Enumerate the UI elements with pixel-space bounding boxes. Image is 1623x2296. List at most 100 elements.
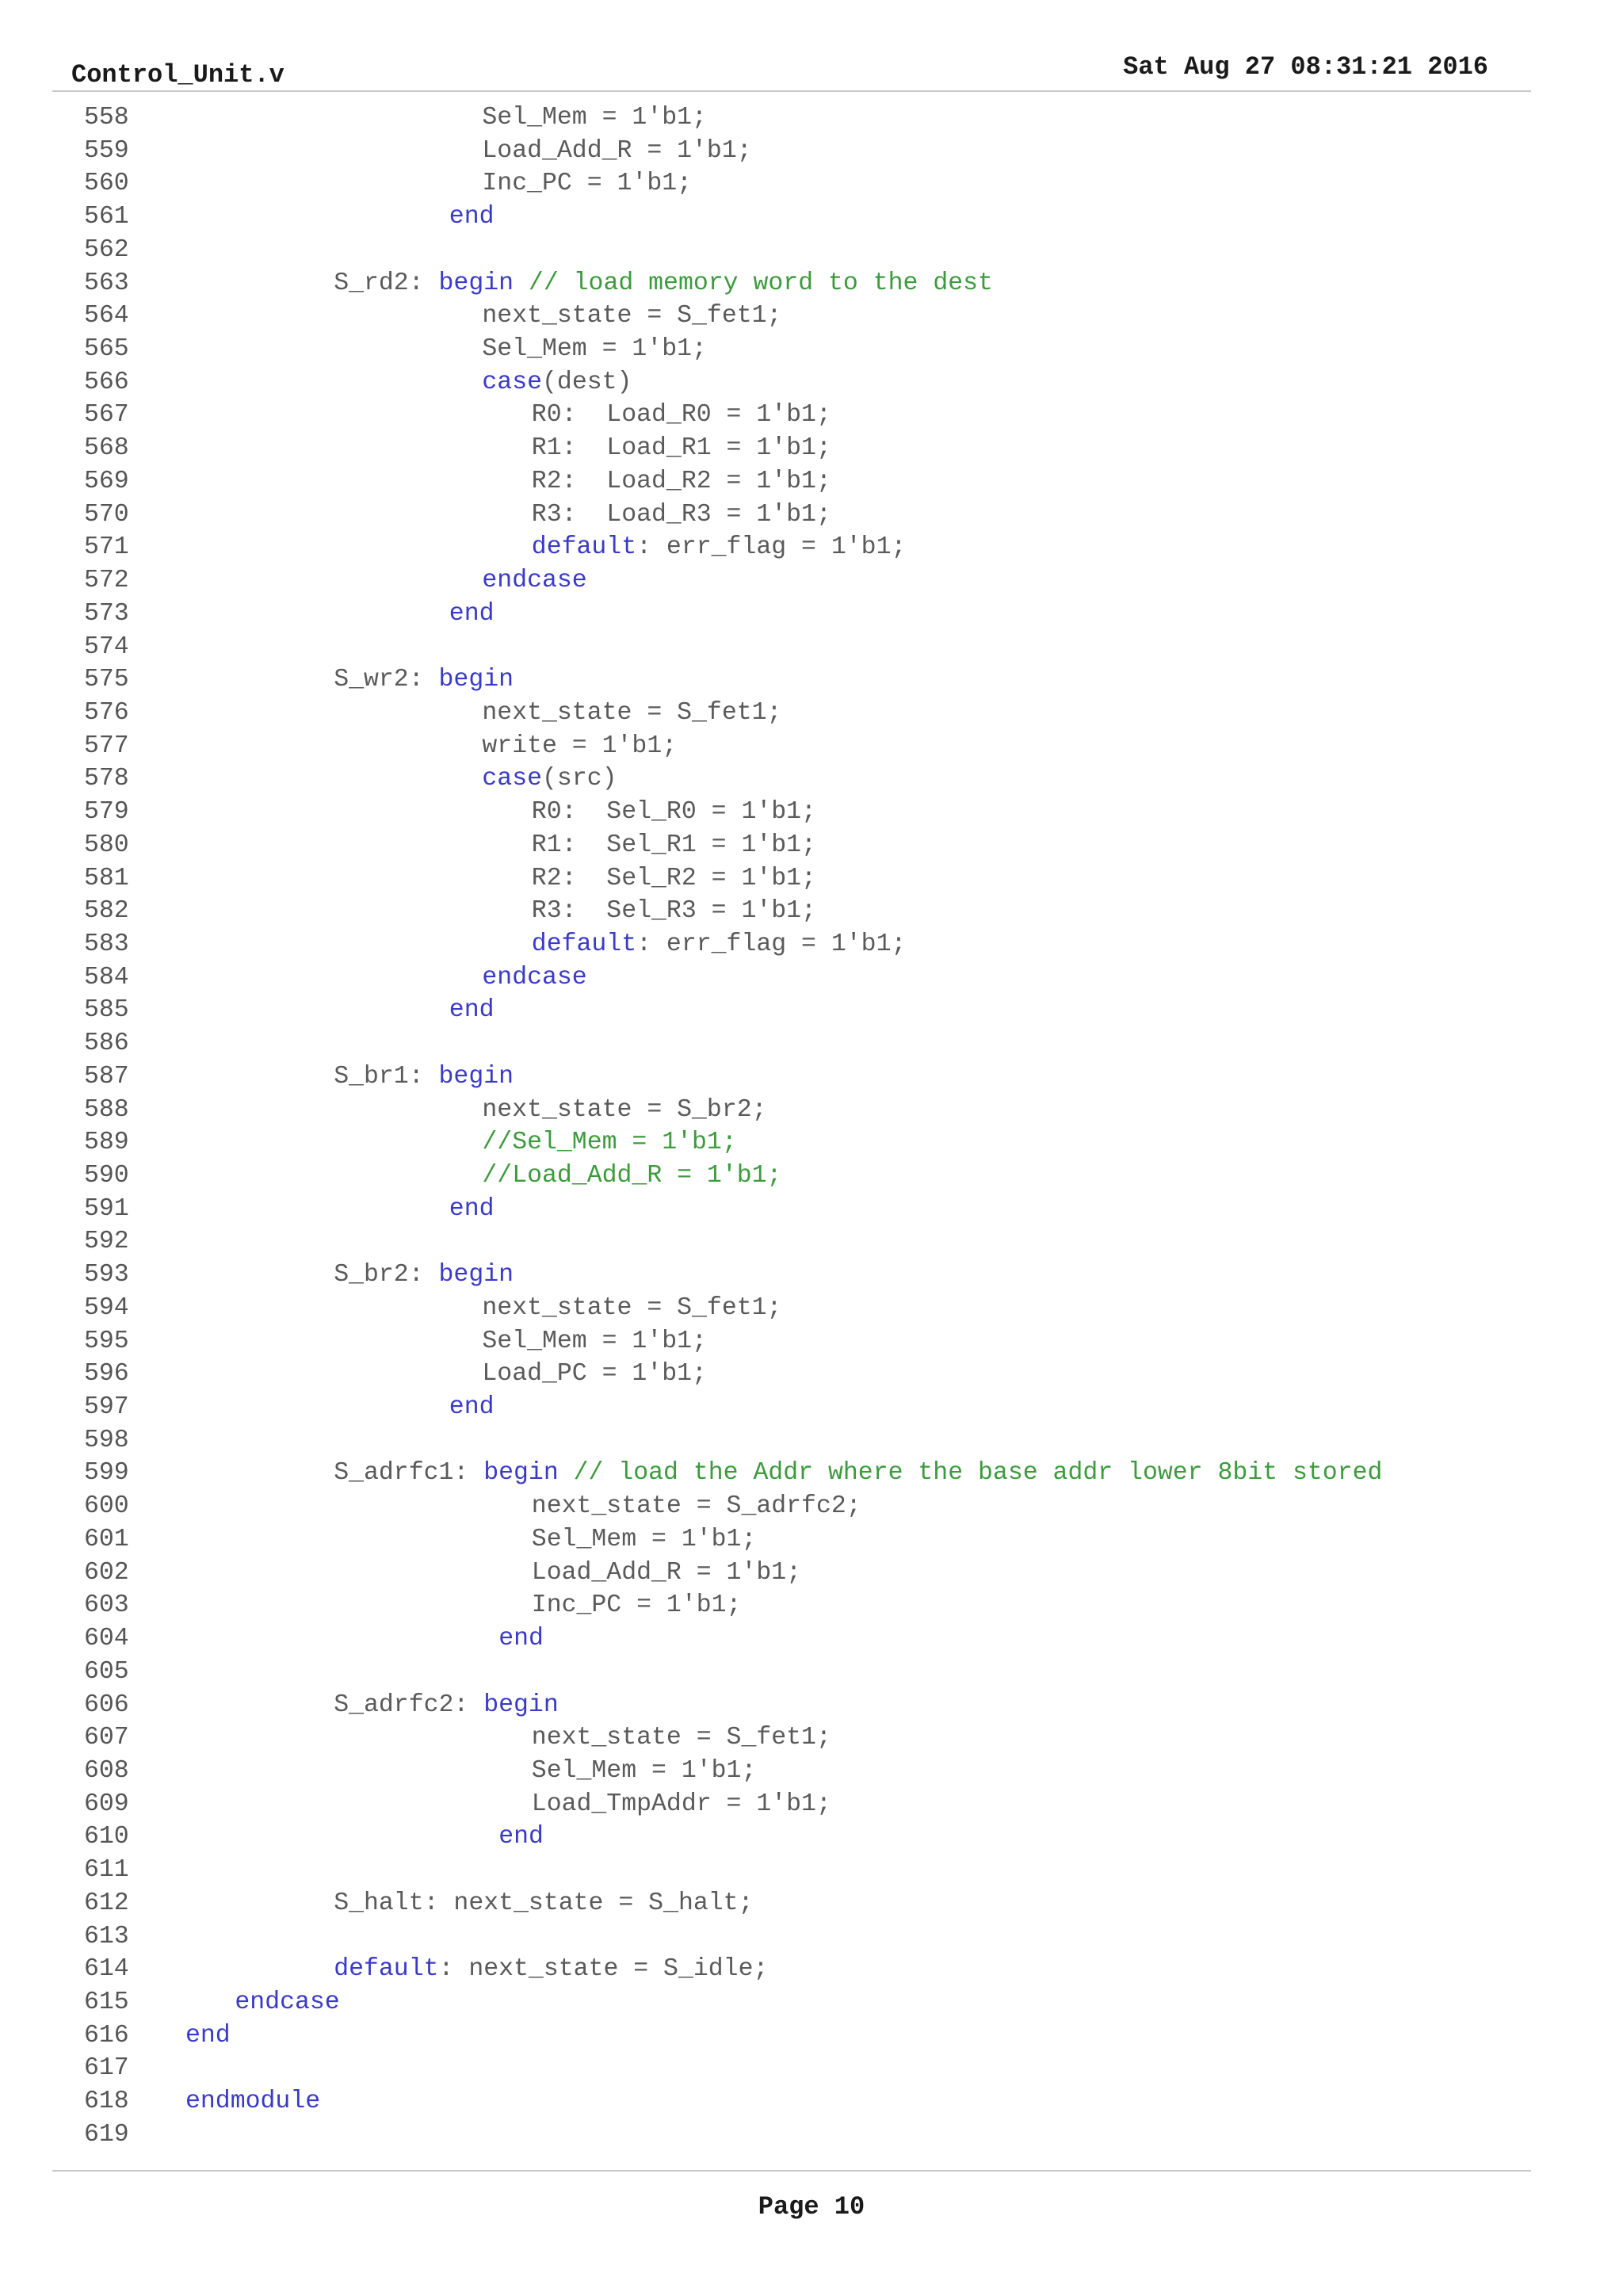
code-keyword: end xyxy=(449,599,495,628)
line-number: 560 xyxy=(84,170,129,198)
code-text: S_br1: begin xyxy=(334,1060,514,1094)
code-text: end xyxy=(449,201,495,234)
line-number: 573 xyxy=(84,599,129,628)
code-line: 613 xyxy=(0,1920,1623,1954)
code-line: 601 Sel_Mem = 1'b1; xyxy=(0,1523,1623,1557)
code-keyword: begin xyxy=(483,1459,559,1488)
line-number: 594 xyxy=(84,1293,129,1322)
code-line: 587 S_br1: begin xyxy=(0,1060,1623,1094)
line-number: 591 xyxy=(84,1194,129,1223)
code-line: 590 //Load_Add_R = 1'b1; xyxy=(0,1159,1623,1193)
code-token: Inc_PC = 1'b1; xyxy=(531,1591,742,1620)
code-text: case(dest) xyxy=(482,366,632,399)
code-line: 606 S_adrfc2: begin xyxy=(0,1689,1623,1722)
code-keyword: begin xyxy=(438,269,514,297)
code-line: 589 //Sel_Mem = 1'b1; xyxy=(0,1126,1623,1159)
code-line: 602 Load_Add_R = 1'b1; xyxy=(0,1557,1623,1590)
code-line: 609 Load_TmpAddr = 1'b1; xyxy=(0,1788,1623,1821)
line-number: 567 xyxy=(84,401,129,430)
code-token: : err_flag = 1'b1; xyxy=(636,533,907,562)
code-keyword: case xyxy=(482,368,543,396)
code-text: Sel_Mem = 1'b1; xyxy=(482,333,707,366)
code-text: Inc_PC = 1'b1; xyxy=(482,167,692,201)
code-line: 562 xyxy=(0,234,1623,267)
code-line: 558 Sel_Mem = 1'b1; xyxy=(0,101,1623,135)
code-token: R0: Load_R0 = 1'b1; xyxy=(531,401,831,430)
code-line: 577 write = 1'b1; xyxy=(0,730,1623,763)
code-token: R3: Sel_R3 = 1'b1; xyxy=(531,897,816,926)
code-text: next_state = S_fet1; xyxy=(482,1292,781,1325)
code-line: 559 Load_Add_R = 1'b1; xyxy=(0,135,1623,168)
code-comment: // load the Addr where the base addr low… xyxy=(558,1459,1383,1488)
line-number: 600 xyxy=(84,1492,129,1521)
line-number: 611 xyxy=(84,1856,129,1885)
code-keyword: endmodule xyxy=(185,2088,321,2116)
code-line: 596 Load_PC = 1'b1; xyxy=(0,1358,1623,1391)
line-number: 618 xyxy=(84,2088,129,2116)
code-token: Sel_Mem = 1'b1; xyxy=(531,1756,757,1785)
code-text: next_state = S_adrfc2; xyxy=(532,1490,861,1523)
code-line: 593 S_br2: begin xyxy=(0,1259,1623,1292)
code-text: default: err_flag = 1'b1; xyxy=(532,531,907,564)
code-line: 608 Sel_Mem = 1'b1; xyxy=(0,1755,1623,1788)
line-number: 619 xyxy=(84,2120,129,2149)
line-number: 602 xyxy=(84,1558,129,1587)
code-line: 584 endcase xyxy=(0,961,1623,995)
code-text: next_state = S_fet1; xyxy=(482,697,781,730)
line-number: 565 xyxy=(84,335,129,364)
code-line: 603 Inc_PC = 1'b1; xyxy=(0,1589,1623,1622)
code-text: S_wr2: begin xyxy=(334,663,514,697)
code-token: S_rd2: xyxy=(334,269,439,297)
line-number: 582 xyxy=(84,897,129,926)
code-token: S_halt: next_state = S_halt; xyxy=(334,1889,754,1917)
code-text: endcase xyxy=(482,564,586,598)
code-text: Load_TmpAddr = 1'b1; xyxy=(532,1788,831,1821)
line-number: 583 xyxy=(84,930,129,958)
code-keyword: default xyxy=(531,930,637,958)
code-text: endmodule xyxy=(185,2085,320,2118)
line-number: 586 xyxy=(84,1030,129,1058)
line-number: 585 xyxy=(84,996,129,1025)
code-line: 591 end xyxy=(0,1193,1623,1226)
code-listing: 558 Sel_Mem = 1'b1; 559 Load_Add_R = 1'b1; 5… xyxy=(0,101,1623,2152)
line-number: 599 xyxy=(84,1459,129,1488)
code-token: Load_Add_R = 1'b1; xyxy=(531,1558,802,1587)
code-line: 595 Sel_Mem = 1'b1; xyxy=(0,1325,1623,1358)
line-number: 584 xyxy=(84,963,129,991)
line-number: 617 xyxy=(84,2054,129,2083)
code-text: R2: Sel_R2 = 1'b1; xyxy=(532,862,816,896)
code-comment: //Load_Add_R = 1'b1; xyxy=(482,1162,782,1190)
code-text: next_state = S_br2; xyxy=(482,1094,766,1127)
code-line: 600 next_state = S_adrfc2; xyxy=(0,1490,1623,1523)
code-token: Sel_Mem = 1'b1; xyxy=(482,1327,707,1355)
code-text: end xyxy=(449,1193,495,1226)
code-token: Inc_PC = 1'b1; xyxy=(482,170,693,198)
line-number: 589 xyxy=(84,1129,129,1157)
footer-divider xyxy=(52,2170,1531,2172)
code-line: 563 S_rd2: begin // load memory word to t… xyxy=(0,267,1623,300)
print-timestamp: Sat Aug 27 08:31:21 2016 xyxy=(1123,52,1488,82)
code-line: 616 end xyxy=(0,2019,1623,2053)
code-token: Sel_Mem = 1'b1; xyxy=(531,1525,757,1553)
code-line: 588 next_state = S_br2; xyxy=(0,1094,1623,1127)
line-number: 577 xyxy=(84,732,129,760)
code-line: 614 default: next_state = S_idle; xyxy=(0,1953,1623,1986)
code-keyword: end xyxy=(449,203,495,231)
code-text: next_state = S_fet1; xyxy=(532,1721,831,1755)
line-number: 559 xyxy=(84,136,129,165)
code-token: (dest) xyxy=(542,368,632,396)
line-number: 609 xyxy=(84,1790,129,1818)
code-token: Load_TmpAddr = 1'b1; xyxy=(531,1790,831,1818)
code-text: S_br2: begin xyxy=(334,1259,514,1292)
code-line: 599 S_adrfc1: begin // load the Addr wher… xyxy=(0,1457,1623,1490)
code-line: 615 endcase xyxy=(0,1986,1623,2019)
code-text: R1: Load_R1 = 1'b1; xyxy=(532,432,831,465)
code-text: end xyxy=(185,2019,231,2053)
header-divider xyxy=(52,90,1531,92)
line-number: 610 xyxy=(84,1823,129,1851)
code-keyword: begin xyxy=(438,1062,514,1091)
code-token: S_adrfc1: xyxy=(334,1459,484,1488)
code-line: 592 xyxy=(0,1225,1623,1259)
code-line: 598 xyxy=(0,1424,1623,1457)
code-line: 572 endcase xyxy=(0,564,1623,598)
